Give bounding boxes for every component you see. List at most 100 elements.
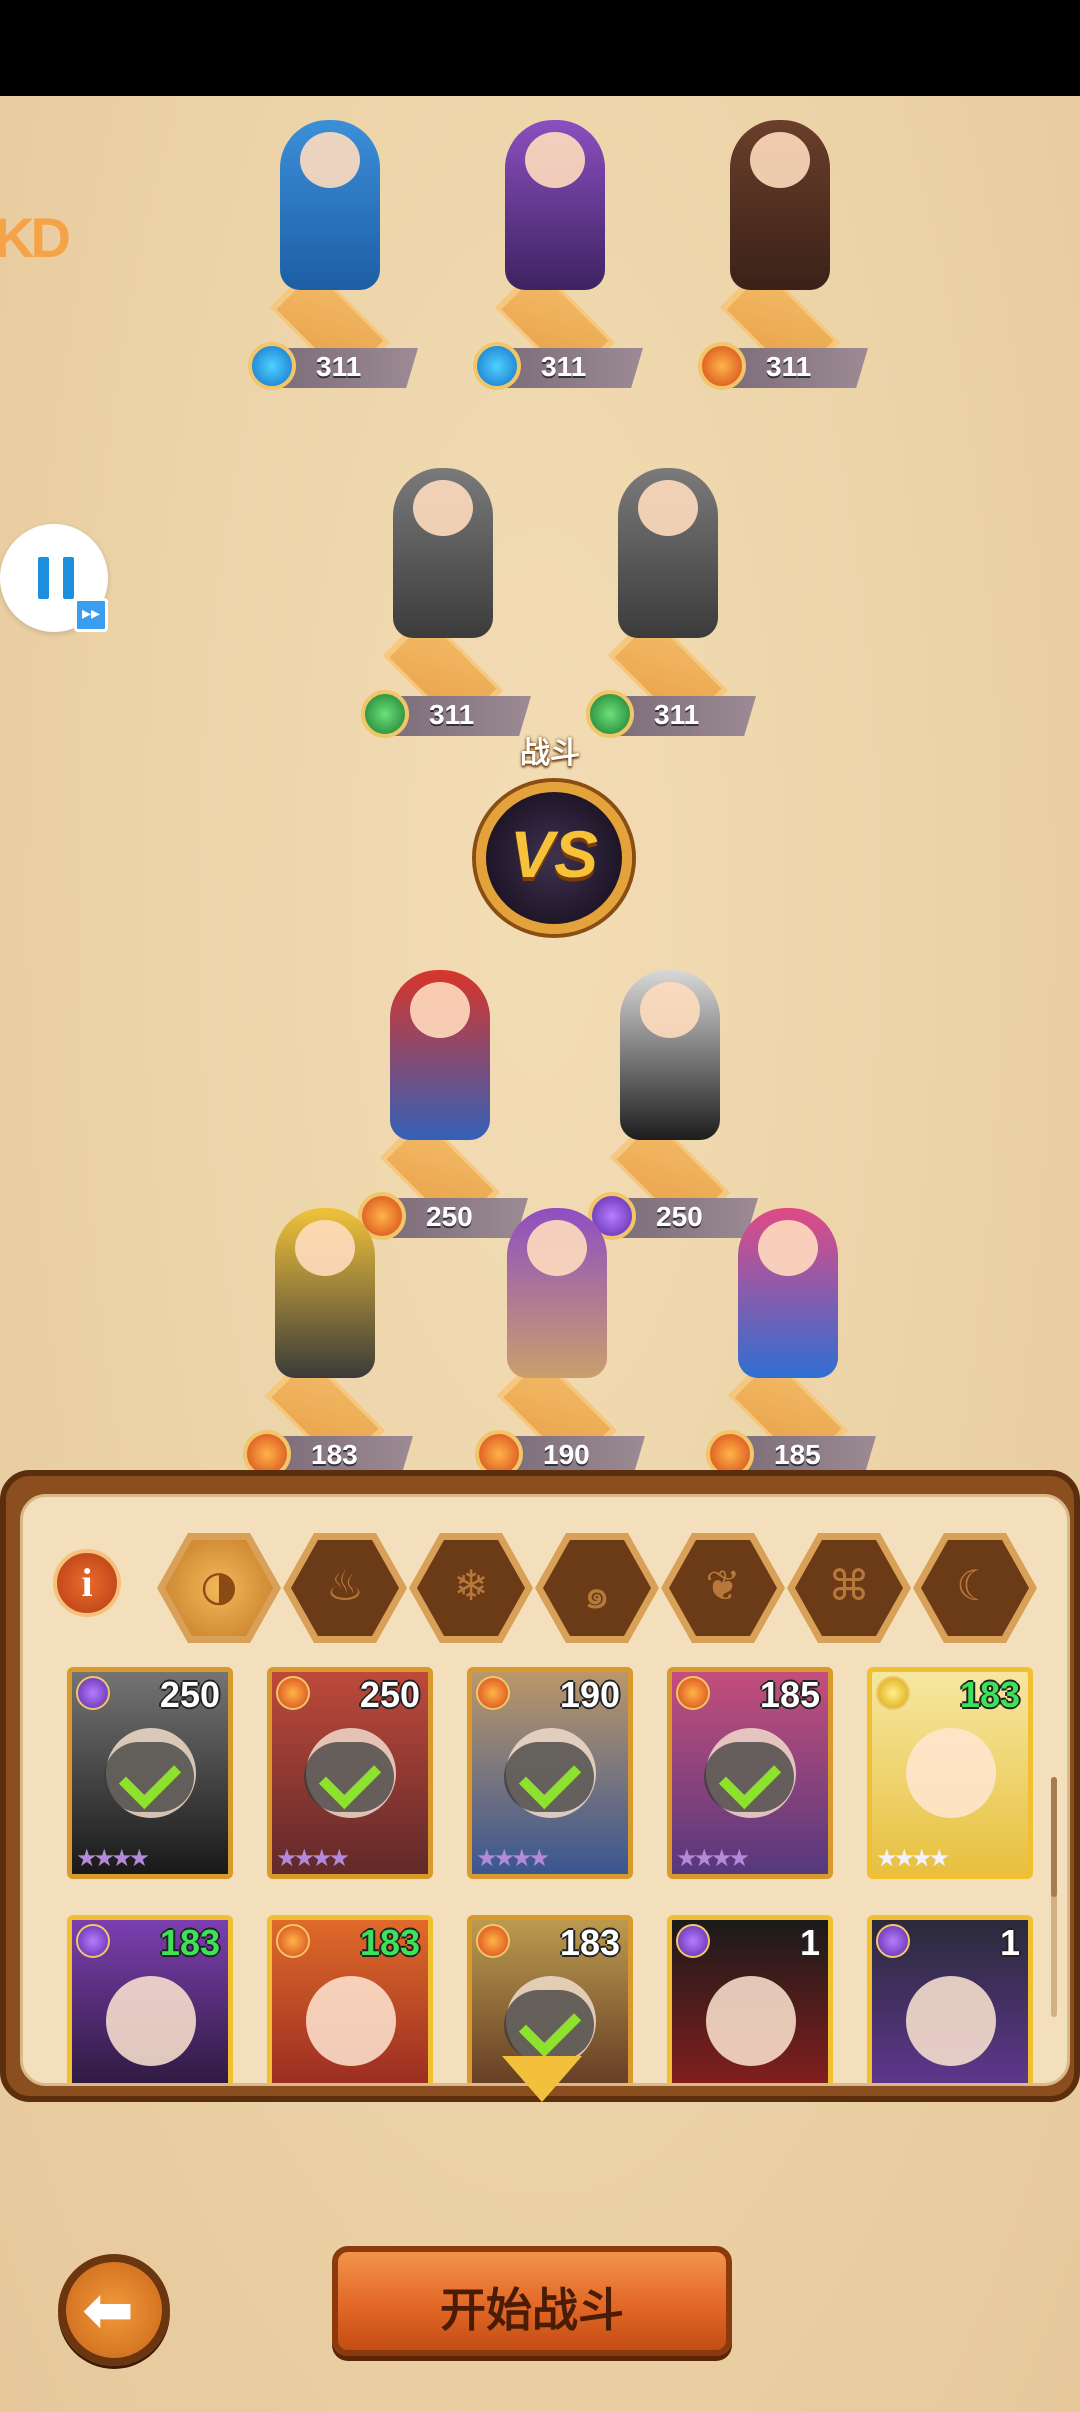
filter-light[interactable]: ⌘	[787, 1533, 911, 1643]
wind-swirl-icon: ๑	[583, 1569, 611, 1618]
vs-text: VS	[509, 817, 599, 891]
level-value: 311	[654, 699, 700, 730]
level-value: 311	[766, 351, 812, 382]
player-unit-4[interactable]: 190	[457, 1208, 657, 1478]
fire-element-icon	[476, 1924, 510, 1958]
hero-card[interactable]: 185 ★★★★	[667, 1667, 833, 1879]
hero-card[interactable]: 1	[667, 1915, 833, 2083]
eye-sigil-icon: ⌘	[828, 1561, 870, 1610]
hero-level: 183	[559, 1922, 620, 1963]
enemy-unit-2[interactable]: 311	[455, 120, 655, 390]
filter-all[interactable]: ◑	[157, 1533, 281, 1643]
dark-element-icon	[76, 1676, 110, 1710]
level-value: 185	[774, 1439, 821, 1470]
all-elements-icon: ◑	[200, 1561, 238, 1610]
filter-fire[interactable]: ♨	[283, 1533, 407, 1643]
hero-card[interactable]: 183	[67, 1915, 233, 2083]
hero-select-panel: i ◑ ♨ ❄ ๑ ❦ ⌘ ☾ 250 ★★★★ 250 ★★★★ 190 ★★…	[0, 1470, 1080, 2102]
hero-card[interactable]: 1	[867, 1915, 1033, 2083]
blonde-warrior-figure	[275, 1208, 375, 1378]
level-value: 311	[541, 351, 587, 382]
player-unit-2[interactable]: 250	[570, 970, 770, 1240]
shark-warrior-figure	[280, 120, 380, 290]
fire-element-icon	[698, 342, 746, 390]
star-rating: ★★★★	[676, 1844, 750, 1872]
enemy-unit-3[interactable]: 311	[680, 120, 880, 390]
back-button[interactable]: ⬅	[58, 2254, 170, 2366]
info-button[interactable]: i	[53, 1549, 121, 1617]
white-hair-swordsman-figure	[620, 970, 720, 1140]
hero-card[interactable]: 183 ★★★★	[867, 1667, 1033, 1879]
hero-level: 183	[359, 1922, 420, 1963]
hero-level: 1	[999, 1922, 1020, 1963]
start-battle-button[interactable]: 开始战斗	[332, 2246, 732, 2356]
player-unit-5[interactable]: 185	[688, 1208, 888, 1478]
purple-gunner-figure	[505, 120, 605, 290]
pink-twintail-girl-figure	[738, 1208, 838, 1378]
vs-emblem: VS	[464, 776, 644, 940]
status-bar	[0, 0, 1080, 96]
selected-check-icon	[504, 1742, 594, 1812]
hero-level: 183	[959, 1674, 1020, 1715]
fire-element-icon	[276, 1924, 310, 1958]
viking-dwarf-figure	[393, 468, 493, 638]
snowflake-icon: ❄	[453, 1561, 489, 1610]
selected-check-icon	[304, 1742, 394, 1812]
hero-level: 250	[359, 1674, 420, 1715]
hero-level: 185	[759, 1674, 820, 1715]
hero-card[interactable]: 250 ★★★★	[267, 1667, 433, 1879]
level-value: 311	[429, 699, 475, 730]
leaf-icon: ❦	[705, 1561, 741, 1610]
earth-element-icon	[361, 690, 409, 738]
star-rating: ★★★★	[276, 1844, 350, 1872]
hero-level: 183	[159, 1922, 220, 1963]
player-unit-3[interactable]: 183	[225, 1208, 425, 1478]
filter-dark[interactable]: ☾	[913, 1533, 1037, 1643]
pause-icon	[38, 557, 74, 599]
star-rating: ★★★★	[476, 1844, 550, 1872]
hero-card[interactable]: 190 ★★★★	[467, 1667, 633, 1879]
selected-check-icon	[704, 1742, 794, 1812]
hero-level: 190	[559, 1674, 620, 1715]
fast-forward-icon[interactable]: ▸▸	[74, 598, 108, 632]
hero-level: 1	[799, 1922, 820, 1963]
level-value: 183	[311, 1439, 358, 1470]
enemy-unit-4[interactable]: 311	[343, 468, 543, 738]
selected-check-icon	[104, 1742, 194, 1812]
enemy-unit-1[interactable]: 311	[230, 120, 430, 390]
filter-nature[interactable]: ❦	[661, 1533, 785, 1643]
fire-element-icon	[276, 1676, 310, 1710]
element-filter-bar: ◑ ♨ ❄ ๑ ❦ ⌘ ☾	[157, 1533, 1057, 1643]
back-arrow-icon: ⬅	[82, 2273, 134, 2346]
viking-dwarf-figure	[618, 468, 718, 638]
filter-ice[interactable]: ❄	[409, 1533, 533, 1643]
start-battle-label: 开始战斗	[440, 2283, 624, 2337]
dark-element-icon	[876, 1924, 910, 1958]
hero-card[interactable]: 183	[267, 1915, 433, 2083]
water-element-icon	[473, 342, 521, 390]
level-value: 190	[543, 1439, 590, 1470]
purple-hat-girl-figure	[507, 1208, 607, 1378]
level-value: 311	[316, 351, 362, 382]
dark-element-icon	[676, 1924, 710, 1958]
selected-check-icon	[504, 1990, 594, 2060]
battle-label: 战斗	[520, 736, 580, 771]
water-element-icon	[248, 342, 296, 390]
star-rating: ★★★★	[876, 1844, 950, 1872]
scrollbar-thumb[interactable]	[1051, 1777, 1057, 1897]
hero-card[interactable]: 250 ★★★★	[67, 1667, 233, 1879]
red-hair-knight-figure	[390, 970, 490, 1140]
cookie-shield-figure	[730, 120, 830, 290]
fire-element-icon	[676, 1676, 710, 1710]
fire-icon: ♨	[326, 1561, 364, 1610]
crescent-icon: ☾	[956, 1561, 994, 1610]
enemy-unit-5[interactable]: 311	[568, 468, 768, 738]
hero-select-panel-inner: i ◑ ♨ ❄ ๑ ❦ ⌘ ☾ 250 ★★★★ 250 ★★★★ 190 ★★…	[20, 1494, 1070, 2086]
fire-element-icon	[476, 1676, 510, 1710]
hero-level: 250	[159, 1674, 220, 1715]
player-unit-1[interactable]: 250	[340, 970, 540, 1240]
star-rating: ★★★★	[76, 1844, 150, 1872]
filter-wind[interactable]: ๑	[535, 1533, 659, 1643]
light-element-icon	[876, 1676, 910, 1710]
edge-logo-fragment: KD	[0, 206, 71, 269]
